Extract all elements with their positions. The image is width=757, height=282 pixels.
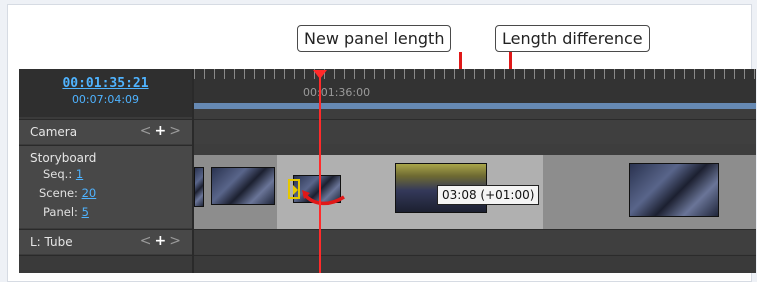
- panel-field: Panel: 5: [43, 205, 89, 219]
- seq-link[interactable]: 1: [76, 167, 83, 181]
- scene-label: Scene:: [39, 186, 78, 200]
- timecode-display: 00:01:35:21 00:07:04:09: [19, 69, 192, 117]
- add-keyframe-icon[interactable]: +: [155, 123, 170, 139]
- track-header-camera[interactable]: Camera <+>: [19, 119, 192, 144]
- playhead-marker-icon[interactable]: [313, 70, 327, 79]
- panel-thumbnail: [194, 167, 204, 207]
- drag-arrow-icon: [302, 190, 345, 206]
- current-timecode[interactable]: 00:01:35:21: [19, 76, 192, 91]
- play-range-bar[interactable]: [194, 103, 756, 109]
- track-label-tube: L: Tube: [30, 235, 73, 249]
- callout-length-difference: Length difference: [495, 25, 650, 52]
- seq-field: Seq.: 1: [43, 167, 83, 181]
- prev-arrow-icon[interactable]: <: [140, 123, 155, 139]
- scene-field: Scene: 20: [39, 186, 96, 200]
- seq-label: Seq.:: [43, 167, 73, 181]
- ruler-ticks: [194, 69, 756, 79]
- scene-link[interactable]: 20: [82, 186, 97, 200]
- panel-thumbnail: [629, 163, 719, 217]
- panel-link[interactable]: 5: [82, 205, 89, 219]
- timeline-area[interactable]: 00:01:36:00: [194, 69, 756, 273]
- track-controls-camera: <+>: [140, 123, 184, 139]
- track-controls-tube: <+>: [140, 233, 184, 249]
- callout-new-panel-length: New panel length: [297, 25, 452, 52]
- total-duration: 00:07:04:09: [71, 93, 140, 106]
- prev-arrow-icon[interactable]: <: [140, 233, 155, 249]
- playhead-line[interactable]: [319, 73, 321, 273]
- track-header-pane: 00:01:35:21 00:07:04:09 Camera <+> Story…: [19, 69, 192, 273]
- next-arrow-icon[interactable]: >: [169, 123, 184, 139]
- panel-thumbnail: [211, 167, 275, 205]
- ruler-time-label: 00:01:36:00: [303, 86, 371, 99]
- track-header-storyboard[interactable]: Storyboard Seq.: 1 Scene: 20 Panel: 5: [19, 145, 192, 228]
- timeline-window: 00:01:35:21 00:07:04:09 Camera <+> Story…: [19, 69, 756, 273]
- panel-label: Panel:: [43, 205, 78, 219]
- time-ruler[interactable]: 00:01:36:00: [194, 69, 756, 103]
- add-keyframe-icon[interactable]: +: [155, 233, 170, 249]
- duration-tooltip: 03:08 (+01:00): [437, 185, 540, 205]
- track-header-tube[interactable]: L: Tube <+>: [19, 229, 192, 254]
- trim-handle-icon[interactable]: [288, 179, 300, 199]
- lane-camera[interactable]: [194, 119, 756, 144]
- next-arrow-icon[interactable]: >: [169, 233, 184, 249]
- panel-clip[interactable]: [205, 155, 278, 229]
- track-header-empty: [19, 255, 192, 273]
- lane-empty: [194, 255, 756, 273]
- track-label-storyboard: Storyboard: [30, 151, 97, 165]
- lane-tube[interactable]: [194, 229, 756, 254]
- panel-clip[interactable]: [543, 155, 756, 229]
- track-label-camera: Camera: [30, 125, 78, 139]
